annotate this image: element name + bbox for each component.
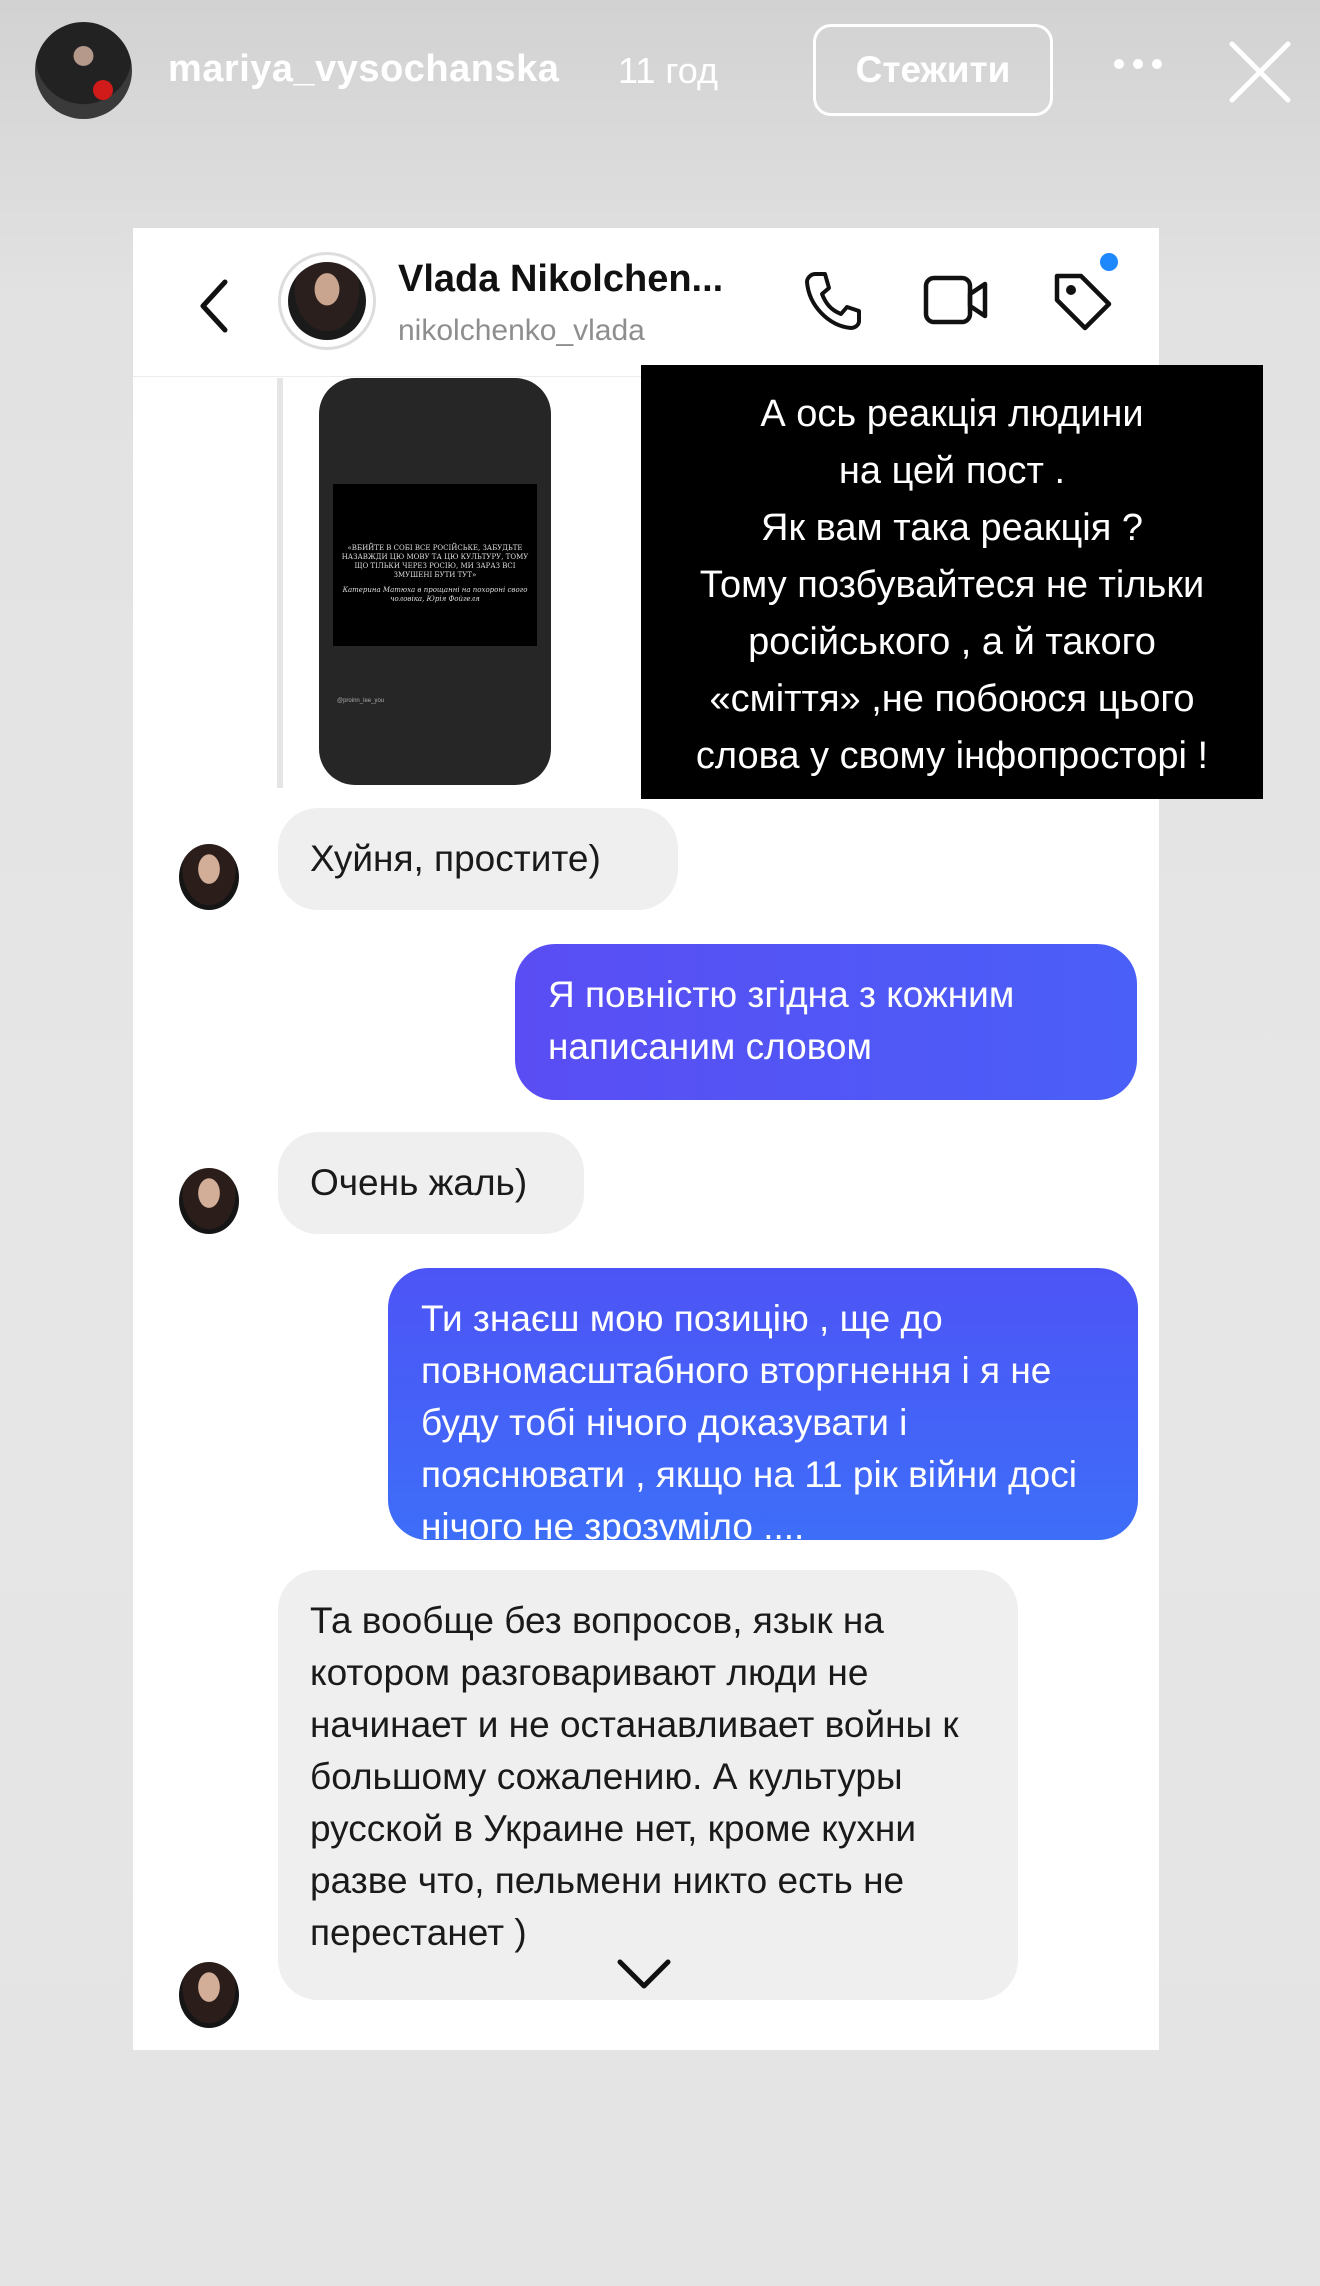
peer-avatar[interactable] (173, 840, 245, 912)
outgoing-message[interactable]: Я повністю згідна з кожним написаним сло… (515, 944, 1137, 1100)
heart-decor (93, 80, 113, 100)
peer-avatar[interactable] (173, 1164, 245, 1236)
caption-line: Як вам така реакція ? (761, 507, 1143, 549)
story-avatar[interactable] (35, 22, 132, 119)
call-icon[interactable] (801, 268, 865, 332)
peer-avatar[interactable] (173, 1958, 245, 2030)
chevron-down-icon[interactable] (616, 1956, 672, 1990)
incoming-message[interactable]: Хуйня, простите) (278, 808, 678, 910)
story-username[interactable]: mariya_vysochanska (168, 48, 559, 91)
caption-line: слова у свому інфопросторі ! (695, 735, 1209, 777)
story-timestamp: 11 год (618, 50, 718, 91)
caption-line: російського , а й такого (748, 621, 1156, 663)
caption-line: «сміття» ,не побоюся цього (709, 678, 1195, 720)
outgoing-message[interactable]: Ти знаєш мою позицію , ще до повномасшта… (388, 1268, 1138, 1547)
shared-post-credit: @proinn_lee_you (337, 698, 385, 704)
back-icon[interactable] (195, 276, 235, 336)
shared-story-post[interactable]: «ВБИЙТЕ В СОБІ ВСЕ РОСІЙСЬКЕ, ЗАБУДЬТЕ Н… (319, 378, 551, 785)
caption-line: А ось реакція людини (760, 393, 1144, 435)
contact-avatar[interactable] (278, 252, 376, 350)
unread-dot (1100, 253, 1118, 271)
follow-button[interactable]: Стежити (813, 24, 1053, 116)
incoming-message[interactable]: Очень жаль) (278, 1132, 584, 1234)
contact-name[interactable]: Vlada Nikolchen... (398, 258, 723, 301)
more-horizontal-icon[interactable] (1112, 56, 1164, 72)
caption-line: на цей пост . (838, 450, 1066, 492)
tag-icon[interactable] (1051, 270, 1113, 332)
video-call-icon[interactable] (923, 272, 989, 328)
shared-post-quote: «ВБИЙТЕ В СОБІ ВСЕ РОСІЙСЬКЕ, ЗАБУДЬТЕ Н… (333, 484, 537, 646)
close-icon[interactable] (1228, 40, 1292, 104)
caption-line: Тому позбувайтеся не тільки (699, 564, 1205, 606)
incoming-message[interactable]: Та вообще без вопросов, язык на котором … (278, 1570, 1018, 2000)
reply-line (277, 378, 283, 788)
story-caption: А ось реакція людини на цей пост . Як ва… (641, 365, 1263, 799)
contact-handle: nikolchenko_vlada (398, 314, 645, 347)
